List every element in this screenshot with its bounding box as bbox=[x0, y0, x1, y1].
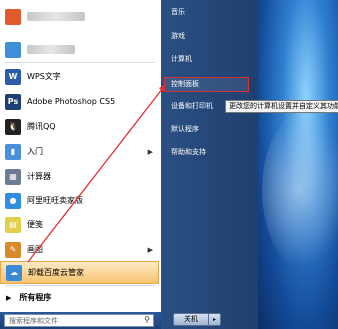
annotation-arrow bbox=[27, 83, 167, 263]
annotation-arrow-line bbox=[27, 83, 167, 263]
